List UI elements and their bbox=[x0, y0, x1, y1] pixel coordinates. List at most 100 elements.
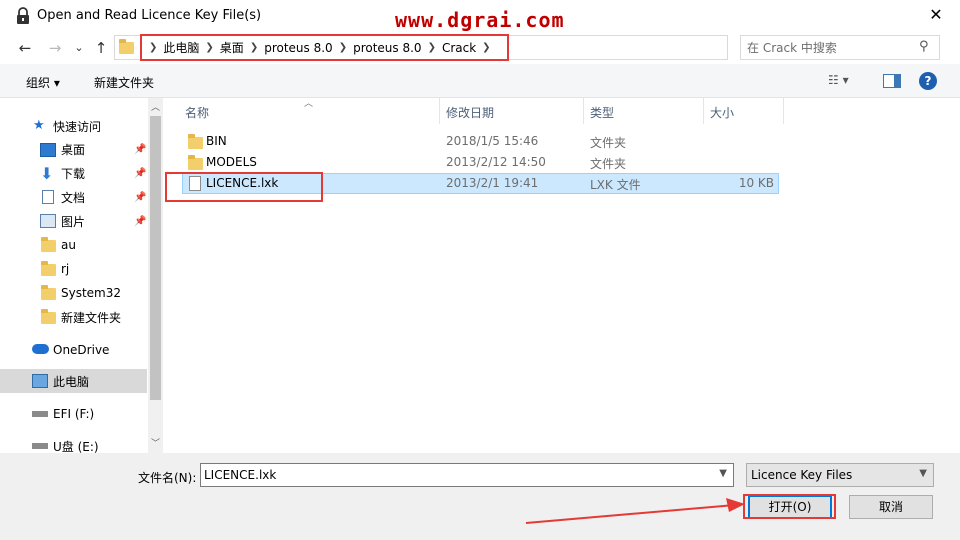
download-icon: ⬇ bbox=[40, 164, 54, 183]
column-header: ︿ 名称 修改日期 类型 大小 bbox=[164, 98, 952, 125]
folder-icon bbox=[188, 155, 203, 170]
chevron-down-icon[interactable]: ﹀ bbox=[151, 436, 160, 449]
sidebar-item-label: 文档 bbox=[61, 190, 86, 205]
preview-pane-icon[interactable] bbox=[883, 74, 901, 88]
right-edge bbox=[952, 98, 960, 453]
filename-combobox[interactable]: ▼ bbox=[200, 463, 734, 487]
file-date: 2013/2/12 14:50 bbox=[446, 155, 546, 169]
drive-icon bbox=[32, 443, 48, 449]
sidebar-item-label: 快速访问 bbox=[53, 119, 102, 134]
table-row[interactable]: MODELS 2013/2/12 14:50 文件夹 bbox=[182, 152, 779, 173]
picture-icon bbox=[40, 214, 56, 228]
sidebar-item-efi[interactable]: EFI (F:) bbox=[0, 402, 147, 426]
pin-icon[interactable]: 📌 bbox=[134, 144, 146, 155]
sidebar-item-label: System32 bbox=[61, 286, 122, 300]
sidebar-item-system32[interactable]: System32 bbox=[0, 281, 147, 305]
sidebar-item-new-folder[interactable]: 新建文件夹 bbox=[0, 305, 147, 329]
folder-icon bbox=[188, 134, 203, 149]
sidebar-item-rj[interactable]: rj bbox=[0, 257, 147, 281]
chevron-up-icon[interactable]: ︿ bbox=[151, 100, 160, 113]
pin-icon[interactable]: 📌 bbox=[134, 192, 146, 203]
file-date: 2018/1/5 15:46 bbox=[446, 134, 539, 148]
filename-label: 文件名(N): bbox=[138, 471, 197, 485]
folder-icon bbox=[41, 261, 56, 276]
column-divider[interactable] bbox=[583, 98, 584, 124]
file-size: 10 KB bbox=[738, 176, 774, 190]
sidebar-item-label: OneDrive bbox=[53, 343, 110, 357]
forward-button[interactable]: → bbox=[44, 38, 66, 58]
sidebar-item-label: 此电脑 bbox=[53, 374, 90, 389]
annotation-box-breadcrumb bbox=[140, 34, 509, 61]
window-title: Open and Read Licence Key File(s) bbox=[37, 8, 262, 23]
file-list: ︿ 名称 修改日期 类型 大小 BIN 2018/1/5 15:46 文件夹 M… bbox=[164, 98, 952, 453]
file-type: 文件夹 bbox=[590, 157, 627, 171]
filetype-select[interactable]: Licence Key Files ▼ bbox=[746, 463, 934, 487]
document-icon bbox=[42, 190, 54, 204]
watermark: www.dgrai.com bbox=[395, 8, 565, 32]
sidebar-item-label: 新建文件夹 bbox=[61, 310, 122, 325]
sidebar-item-au[interactable]: au bbox=[0, 233, 147, 257]
new-folder-button[interactable]: 新建文件夹 bbox=[94, 74, 154, 91]
pin-icon[interactable]: 📌 bbox=[134, 216, 146, 227]
filename-field[interactable] bbox=[204, 467, 704, 483]
computer-icon bbox=[32, 374, 48, 388]
search-input[interactable] bbox=[747, 39, 912, 56]
organize-button[interactable]: 组织 ▾ bbox=[26, 74, 60, 91]
recent-locations-button[interactable]: ⌄ bbox=[68, 38, 90, 58]
back-button[interactable]: ← bbox=[14, 38, 36, 58]
sidebar-item-onedrive[interactable]: OneDrive bbox=[0, 338, 147, 362]
cloud-icon bbox=[32, 344, 49, 354]
table-row[interactable]: BIN 2018/1/5 15:46 文件夹 bbox=[182, 131, 779, 152]
column-date[interactable]: 修改日期 bbox=[446, 104, 494, 121]
column-name[interactable]: 名称 bbox=[185, 104, 209, 121]
title-bar: Open and Read Licence Key File(s) www.dg… bbox=[0, 0, 960, 32]
folder-icon bbox=[41, 237, 56, 252]
drive-icon bbox=[32, 411, 48, 417]
search-box[interactable]: ⚲ bbox=[740, 35, 940, 60]
annotation-box-open bbox=[743, 494, 836, 519]
file-date: 2013/2/1 19:41 bbox=[446, 176, 539, 190]
chevron-down-icon[interactable]: ▼ bbox=[919, 468, 927, 479]
search-icon[interactable]: ⚲ bbox=[919, 39, 929, 54]
column-divider[interactable] bbox=[783, 98, 784, 124]
column-divider[interactable] bbox=[703, 98, 704, 124]
column-type[interactable]: 类型 bbox=[590, 104, 614, 121]
folder-icon bbox=[41, 309, 56, 324]
up-button[interactable]: ↑ bbox=[90, 38, 112, 58]
sidebar-item-this-pc[interactable]: 此电脑 bbox=[0, 369, 147, 393]
cancel-button[interactable]: 取消 bbox=[849, 495, 933, 519]
filetype-value: Licence Key Files bbox=[751, 468, 853, 482]
sidebar-item-label: U盘 (E:) bbox=[53, 439, 99, 454]
sidebar-item-label: EFI (F:) bbox=[53, 407, 95, 421]
sidebar-item-label: rj bbox=[61, 262, 70, 276]
sidebar-item-documents[interactable]: 文档 📌 bbox=[0, 185, 147, 209]
folder-icon bbox=[41, 285, 56, 300]
desktop-icon bbox=[40, 143, 56, 157]
sidebar-item-desktop[interactable]: 桌面 📌 bbox=[0, 137, 147, 161]
sidebar-item-label: 图片 bbox=[61, 214, 86, 229]
chevron-down-icon[interactable]: ▼ bbox=[719, 468, 727, 479]
command-bar: 组织 ▾ 新建文件夹 ☷ ▾ ? bbox=[0, 64, 960, 98]
help-icon[interactable]: ? bbox=[919, 72, 937, 90]
file-type: 文件夹 bbox=[590, 136, 627, 150]
pin-icon[interactable]: 📌 bbox=[134, 168, 146, 179]
sidebar-item-label: 下载 bbox=[61, 166, 86, 181]
lock-icon bbox=[17, 7, 29, 24]
file-name: MODELS bbox=[206, 155, 257, 169]
annotation-box-file bbox=[165, 172, 323, 202]
close-button[interactable]: ✕ bbox=[912, 0, 960, 32]
column-divider[interactable] bbox=[439, 98, 440, 124]
column-size[interactable]: 大小 bbox=[710, 104, 734, 121]
sort-ascending-icon: ︿ bbox=[304, 99, 314, 109]
annotation-arrow bbox=[525, 498, 745, 524]
view-options-icon[interactable]: ☷ ▾ bbox=[828, 73, 849, 87]
file-name: BIN bbox=[206, 134, 227, 148]
folder-icon bbox=[119, 39, 134, 54]
sidebar-item-downloads[interactable]: ⬇ 下载 📌 bbox=[0, 161, 147, 185]
scrollbar-thumb[interactable] bbox=[150, 116, 161, 400]
sidebar-item-pictures[interactable]: 图片 📌 bbox=[0, 209, 147, 233]
sidebar-scrollbar[interactable]: ︿ ﹀ bbox=[148, 98, 163, 453]
sidebar-item-quick-access[interactable]: ★ 快速访问 bbox=[0, 114, 147, 138]
navigation-pane: ★ 快速访问 桌面 📌 ⬇ 下载 📌 文档 📌 图片 📌 au rj Syste… bbox=[0, 98, 164, 454]
sidebar-item-label: au bbox=[61, 238, 76, 252]
